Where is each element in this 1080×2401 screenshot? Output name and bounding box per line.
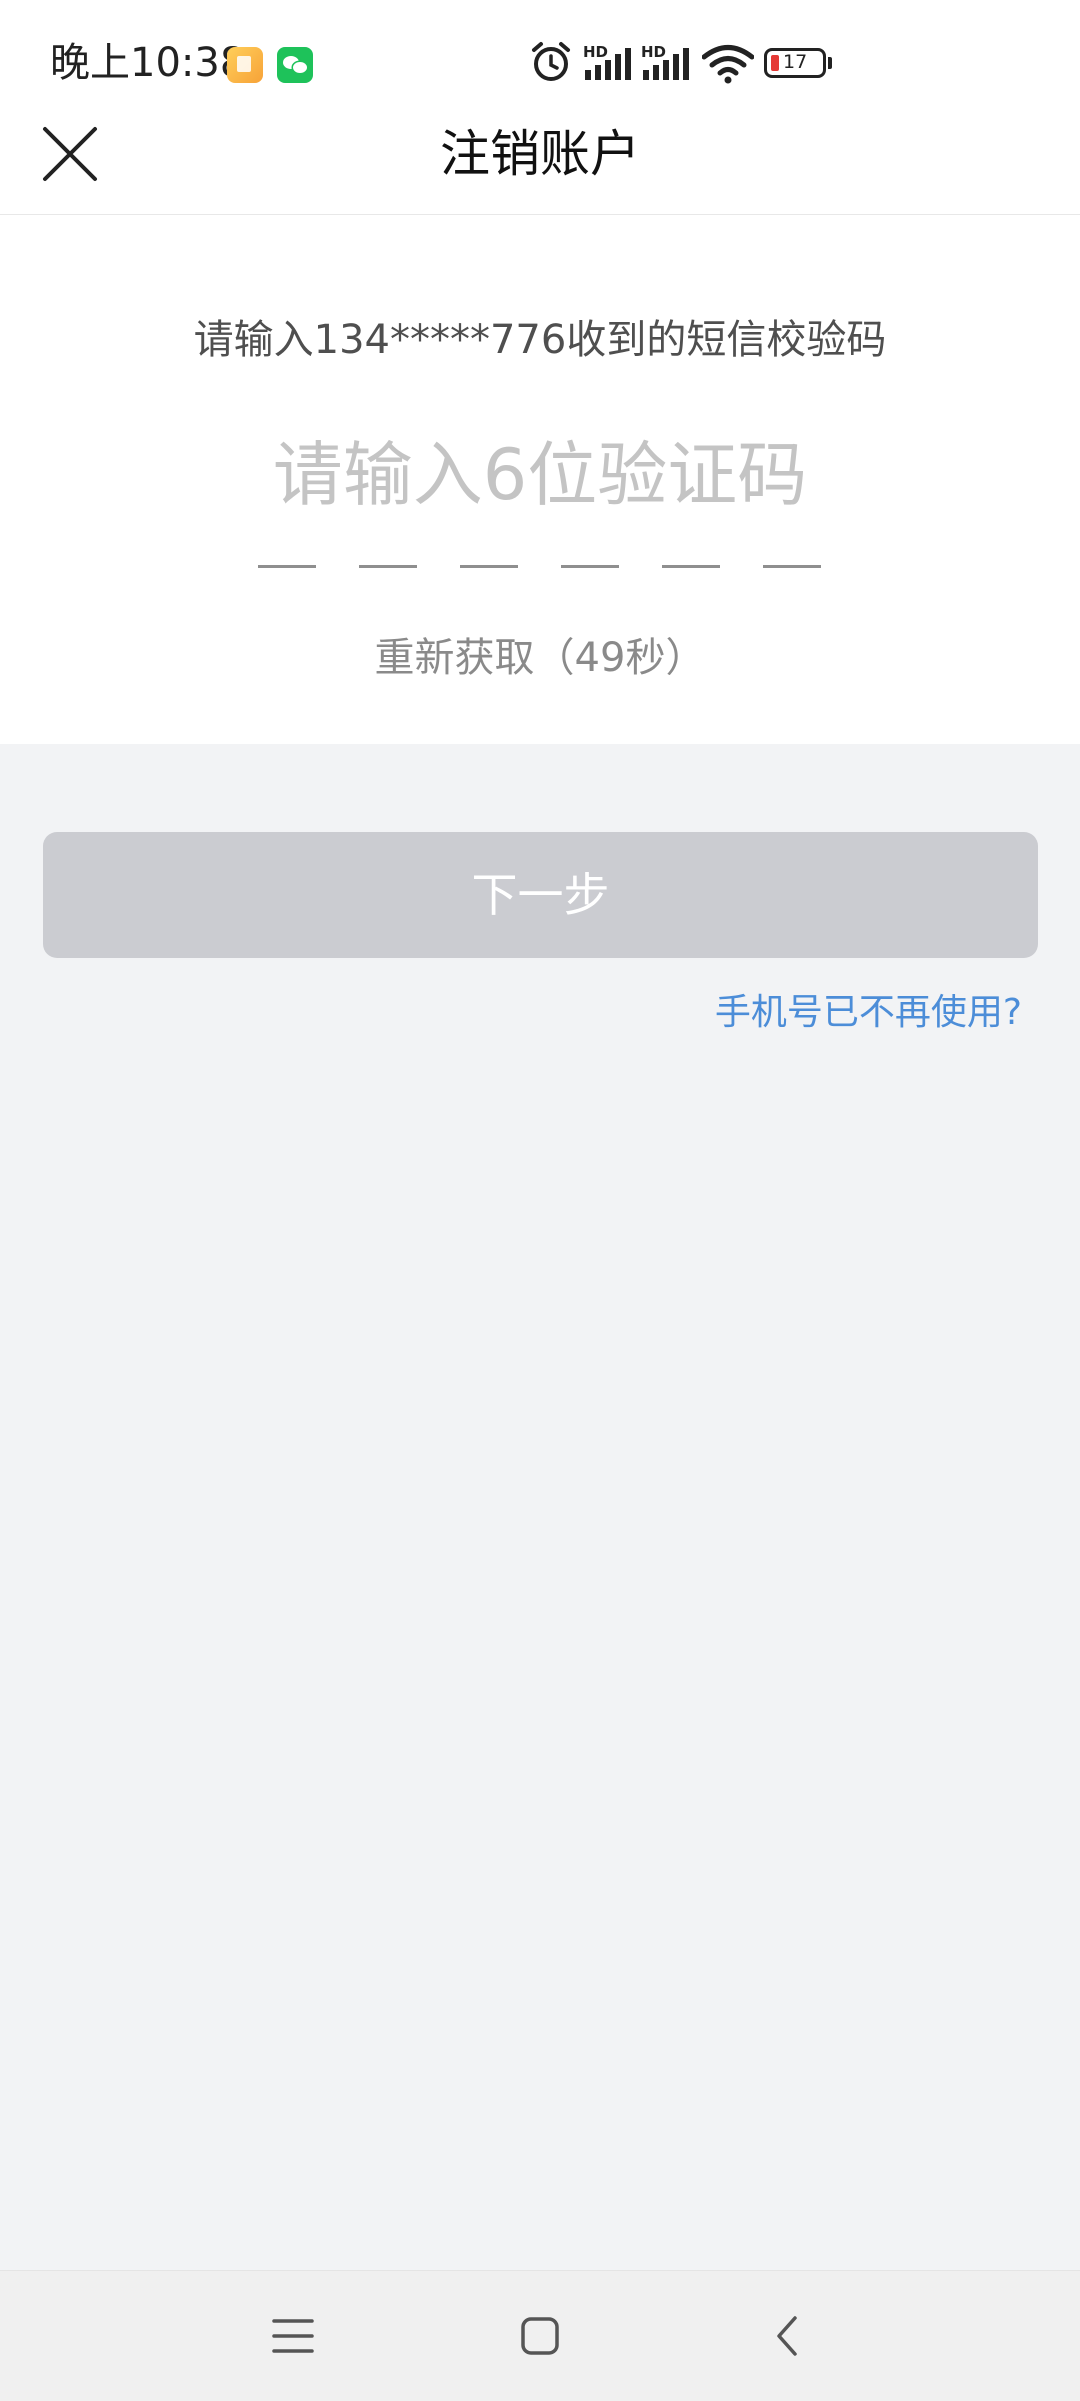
wechat-notification-icon: [277, 47, 313, 83]
alarm-icon: [532, 42, 570, 81]
phone-unused-link[interactable]: 手机号已不再使用?: [715, 985, 1022, 1041]
next-step-button[interactable]: 下一步: [43, 832, 1038, 958]
home-icon: [521, 2317, 559, 2355]
page-title: 注销账户: [440, 125, 640, 183]
battery-level-text: 17: [783, 51, 808, 73]
status-time: 晚上10:38: [50, 40, 246, 86]
menu-icon: [272, 2319, 314, 2353]
battery-icon: 17: [764, 48, 826, 78]
battery-level-fill: [771, 55, 779, 71]
signal-icon: [585, 48, 631, 80]
signal-icon: [643, 48, 689, 80]
back-icon: [777, 2316, 797, 2356]
resend-countdown[interactable]: 重新获取（49秒）: [0, 630, 1080, 686]
code-digit-slot: [258, 565, 316, 568]
battery-cap: [828, 57, 832, 69]
code-digit-slot: [359, 565, 417, 568]
code-digit-slot: [561, 565, 619, 568]
code-digit-slots: [258, 565, 822, 569]
status-bar: 晚上10:38 HD HD 17: [0, 0, 1080, 122]
page-header: 注销账户: [0, 122, 1080, 214]
sms-instruction-text: 请输入134*****776收到的短信校验码: [193, 317, 887, 363]
home-button[interactable]: [500, 2296, 580, 2376]
code-digit-slot: [460, 565, 518, 568]
header-divider: [0, 214, 1080, 215]
gallery-notification-icon: [227, 47, 263, 83]
back-button[interactable]: [747, 2296, 827, 2376]
system-navigation-bar: [0, 2270, 1080, 2401]
code-digit-slot: [662, 565, 720, 568]
wifi-icon: [702, 45, 754, 84]
verification-code-input[interactable]: [140, 420, 940, 530]
menu-button[interactable]: [253, 2296, 333, 2376]
code-digit-slot: [763, 565, 821, 568]
